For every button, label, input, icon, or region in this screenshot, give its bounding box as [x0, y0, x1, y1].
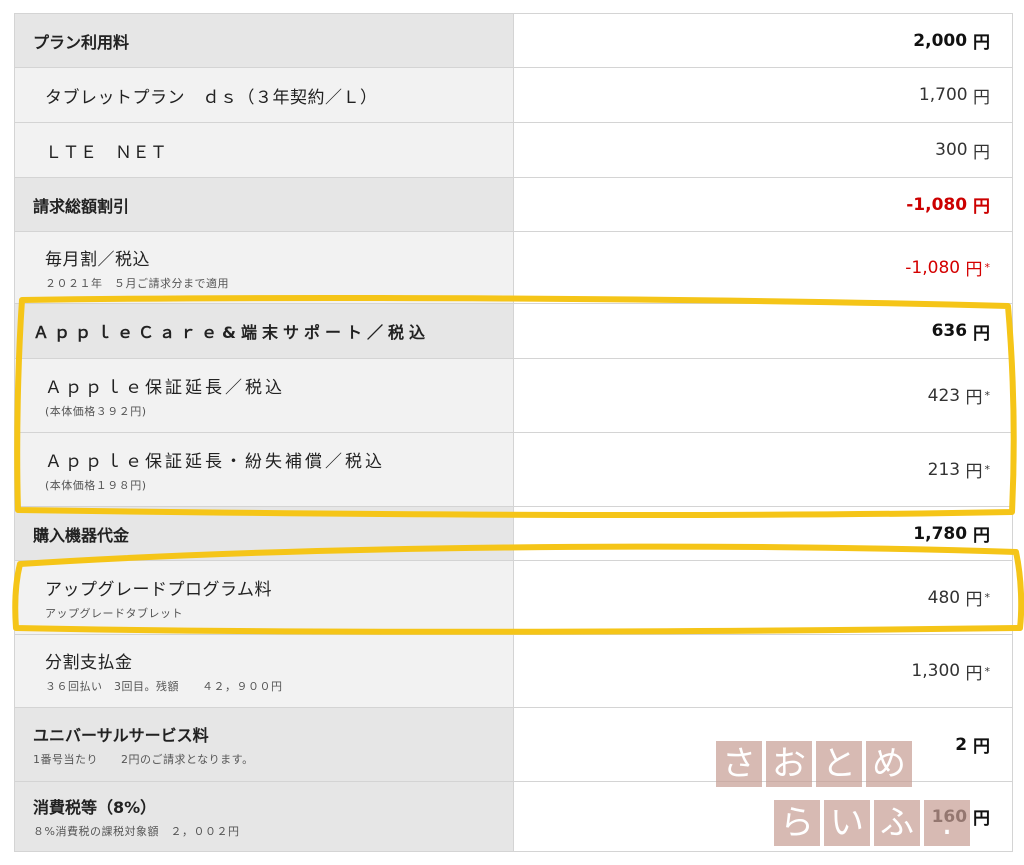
row-note: 1番号当たり 2円のご請求となります。: [33, 753, 254, 766]
amount-number: 423: [927, 385, 961, 406]
table-row: ＡｐｐｌｅＣａｒｅ&端末サポート／税込 636 円: [14, 304, 1013, 359]
yen-unit: 円: [965, 663, 983, 684]
row-note: アップグレードタブレット: [45, 606, 183, 620]
amount-number: 2,000: [913, 30, 968, 51]
amount-number: 1,780: [913, 523, 968, 544]
yen-unit: 円: [973, 809, 990, 829]
amount-number: 1,300: [911, 661, 961, 681]
row-title: Ａｐｐｌｅ保証延長／税込: [45, 377, 285, 398]
table-row: アップグレードプログラム料 アップグレードタブレット 480 円 *: [14, 561, 1013, 635]
yen-unit: 円: [973, 87, 990, 108]
footnote-marker: *: [984, 389, 991, 402]
row-amount: 480 円 *: [514, 561, 1012, 634]
table-row: 毎月割／税込 ２０２１年 ５月ご請求分まで適用 -1,080 円 *: [14, 232, 1013, 304]
amount-number: 2: [955, 734, 968, 755]
row-title: タブレットプラン ｄｓ（３年契約／Ｌ）: [45, 87, 378, 108]
yen-unit: 円: [973, 197, 990, 217]
row-amount: 160 円: [514, 782, 1012, 851]
row-label-cell: 分割支払金 ３６回払い 3回目。残額 ４２，９００円: [15, 635, 514, 707]
table-row: 消費税等（8%） ８%消費税の課税対象額 ２，００２円 160 円: [14, 782, 1013, 852]
row-label-cell: タブレットプラン ｄｓ（３年契約／Ｌ）: [15, 68, 514, 122]
yen-unit: 円: [965, 590, 983, 610]
amount-number: 480: [927, 587, 961, 608]
row-title: 消費税等（8%）: [33, 798, 157, 817]
row-amount: 1,700 円: [514, 68, 1012, 122]
row-label-cell: プラン利用料: [15, 14, 514, 67]
table-row: ＬＴＥ ＮＥＴ 300 円: [14, 123, 1013, 178]
footnote-marker: *: [984, 261, 991, 274]
yen-unit: 円: [973, 737, 990, 757]
row-label-cell: ＬＴＥ ＮＥＴ: [15, 123, 514, 177]
row-title: Ａｐｐｌｅ保証延長・紛失補償／税込: [45, 451, 385, 472]
row-note: ３６回払い 3回目。残額 ４２，９００円: [45, 680, 283, 693]
footnote-marker: *: [984, 591, 991, 604]
row-amount: 213 円 *: [514, 433, 1012, 506]
footnote-marker: *: [984, 664, 991, 678]
table-row: プラン利用料 2,000 円: [14, 14, 1013, 68]
amount-number: 636: [931, 321, 968, 341]
row-amount: 636 円: [514, 304, 1012, 358]
amount-number: 1,700: [918, 85, 968, 105]
yen-unit: 円: [973, 33, 990, 53]
amount-number: 160: [931, 806, 968, 827]
table-row: Ａｐｐｌｅ保証延長・紛失補償／税込 (本体価格１９８円) 213 円 *: [14, 433, 1013, 507]
row-title: 分割支払金: [45, 653, 133, 673]
row-amount: 1,780 円: [514, 507, 1012, 560]
yen-unit: 円: [973, 142, 990, 163]
amount-number: -1,080: [906, 194, 968, 215]
row-label-cell: ユニバーサルサービス料 1番号当たり 2円のご請求となります。: [15, 708, 514, 781]
amount-number: 213: [927, 459, 961, 480]
row-title: ＡｐｐｌｅＣａｒｅ&端末サポート／税込: [33, 323, 430, 342]
row-amount: -1,080 円 *: [514, 232, 1012, 303]
table-row: 請求総額割引 -1,080 円: [14, 178, 1013, 232]
row-title: 購入機器代金: [33, 525, 130, 545]
amount-number: 300: [935, 140, 968, 160]
row-label-cell: 購入機器代金: [15, 507, 514, 560]
yen-unit: 円: [973, 323, 990, 344]
row-note: (本体価格３９２円): [45, 404, 147, 418]
table-row: ユニバーサルサービス料 1番号当たり 2円のご請求となります。 2 円: [14, 708, 1013, 782]
row-title: ユニバーサルサービス料: [33, 726, 209, 745]
row-amount: -1,080 円: [514, 178, 1012, 231]
row-amount: 423 円 *: [514, 359, 1012, 432]
yen-unit: 円: [965, 388, 983, 408]
yen-unit: 円: [965, 260, 983, 280]
row-amount: 2,000 円: [514, 14, 1012, 67]
row-note: (本体価格１９８円): [45, 478, 147, 492]
table-row: 分割支払金 ３６回払い 3回目。残額 ４２，９００円 1,300 円 *: [14, 635, 1013, 708]
row-amount: 300 円: [514, 123, 1012, 177]
row-title: アップグレードプログラム料: [45, 579, 272, 600]
row-title: プラン利用料: [33, 32, 130, 52]
footnote-marker: *: [984, 463, 991, 476]
row-label-cell: Ａｐｐｌｅ保証延長・紛失補償／税込 (本体価格１９８円): [15, 433, 514, 506]
row-note: ２０２１年 ５月ご請求分まで適用: [45, 276, 229, 290]
row-label-cell: Ａｐｐｌｅ保証延長／税込 (本体価格３９２円): [15, 359, 514, 432]
row-title: ＬＴＥ ＮＥＴ: [45, 142, 168, 163]
row-label-cell: ＡｐｐｌｅＣａｒｅ&端末サポート／税込: [15, 304, 514, 358]
row-amount: 2 円: [514, 708, 1012, 781]
yen-unit: 円: [973, 526, 990, 546]
yen-unit: 円: [965, 462, 983, 482]
row-label-cell: 消費税等（8%） ８%消費税の課税対象額 ２，００２円: [15, 782, 514, 851]
table-row: Ａｐｐｌｅ保証延長／税込 (本体価格３９２円) 423 円 *: [14, 359, 1013, 433]
billing-table: プラン利用料 2,000 円 タブレットプラン ｄｓ（３年契約／Ｌ） 1,700…: [14, 13, 1013, 852]
row-label-cell: 毎月割／税込 ２０２１年 ５月ご請求分まで適用: [15, 232, 514, 303]
row-title: 毎月割／税込: [45, 249, 150, 270]
row-note: ８%消費税の課税対象額 ２，００２円: [33, 825, 240, 838]
row-title: 請求総額割引: [33, 196, 130, 216]
row-amount: 1,300 円 *: [514, 635, 1012, 707]
row-label-cell: 請求総額割引: [15, 178, 514, 231]
table-row: タブレットプラン ｄｓ（３年契約／Ｌ） 1,700 円: [14, 68, 1013, 123]
table-row: 購入機器代金 1,780 円: [14, 507, 1013, 561]
row-label-cell: アップグレードプログラム料 アップグレードタブレット: [15, 561, 514, 634]
amount-number: -1,080: [905, 257, 961, 278]
